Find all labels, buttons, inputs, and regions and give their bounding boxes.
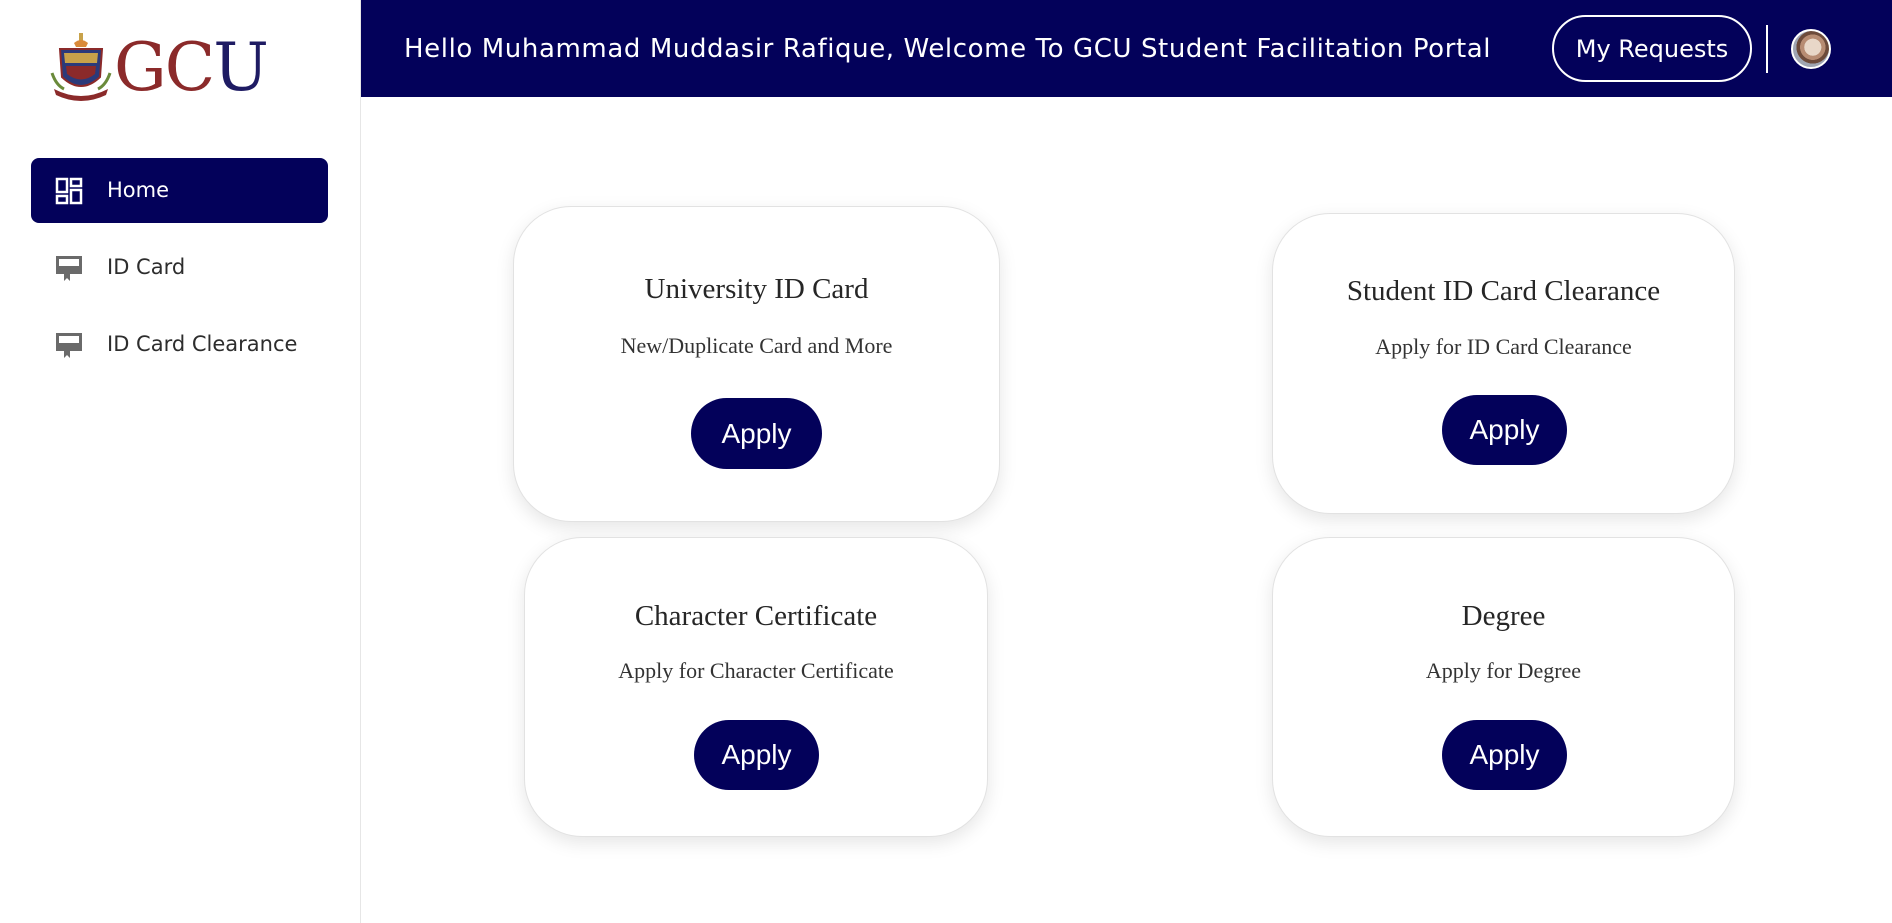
- welcome-message: Hello Muhammad Muddasir Rafique, Welcome…: [404, 33, 1492, 64]
- dashboard-icon: [55, 177, 83, 205]
- sidebar: GCU Home ID Card ID Card Clearance: [0, 0, 361, 923]
- card-title: Degree: [1461, 600, 1546, 632]
- card-degree: Degree Apply for Degree Apply: [1272, 537, 1735, 837]
- card-subtitle: Apply for ID Card Clearance: [1375, 334, 1632, 359]
- apply-button[interactable]: Apply: [1442, 720, 1567, 790]
- card-subtitle: Apply for Degree: [1425, 658, 1582, 683]
- sidebar-item-label: Home: [107, 178, 170, 202]
- sidebar-item-label: ID Card: [107, 255, 186, 279]
- sidebar-item-id-card-clearance[interactable]: ID Card Clearance: [31, 312, 328, 377]
- gcu-logo[interactable]: GCU: [50, 32, 280, 104]
- sidebar-item-label: ID Card Clearance: [107, 332, 298, 356]
- my-requests-button[interactable]: My Requests: [1552, 15, 1752, 82]
- id-card-icon: [55, 254, 83, 282]
- sidebar-item-home[interactable]: Home: [31, 158, 328, 223]
- card-student-id-card-clearance: Student ID Card Clearance Apply for ID C…: [1272, 213, 1735, 514]
- id-card-clearance-icon: [55, 331, 83, 359]
- card-subtitle: New/Duplicate Card and More: [620, 333, 893, 358]
- card-title: University ID Card: [644, 273, 869, 305]
- card-character-certificate: Character Certificate Apply for Characte…: [524, 537, 988, 837]
- card-subtitle: Apply for Character Certificate: [618, 658, 894, 683]
- card-university-id-card: University ID Card New/Duplicate Card an…: [513, 206, 1000, 522]
- university-crest-icon: [50, 33, 112, 101]
- apply-button[interactable]: Apply: [691, 398, 822, 469]
- apply-button[interactable]: Apply: [1442, 395, 1567, 465]
- logo-wordmark: GCU: [114, 29, 269, 106]
- sidebar-nav: Home ID Card ID Card Clearance: [31, 158, 328, 389]
- card-title: Character Certificate: [634, 600, 878, 632]
- user-avatar[interactable]: [1791, 29, 1831, 69]
- header-divider: [1766, 25, 1768, 73]
- card-title: Student ID Card Clearance: [1346, 275, 1661, 307]
- top-header: Hello Muhammad Muddasir Rafique, Welcome…: [361, 0, 1892, 97]
- apply-button[interactable]: Apply: [694, 720, 819, 790]
- sidebar-item-id-card[interactable]: ID Card: [31, 235, 328, 300]
- app-root: GCU Home ID Card ID Card Clearance Hello…: [0, 0, 1892, 923]
